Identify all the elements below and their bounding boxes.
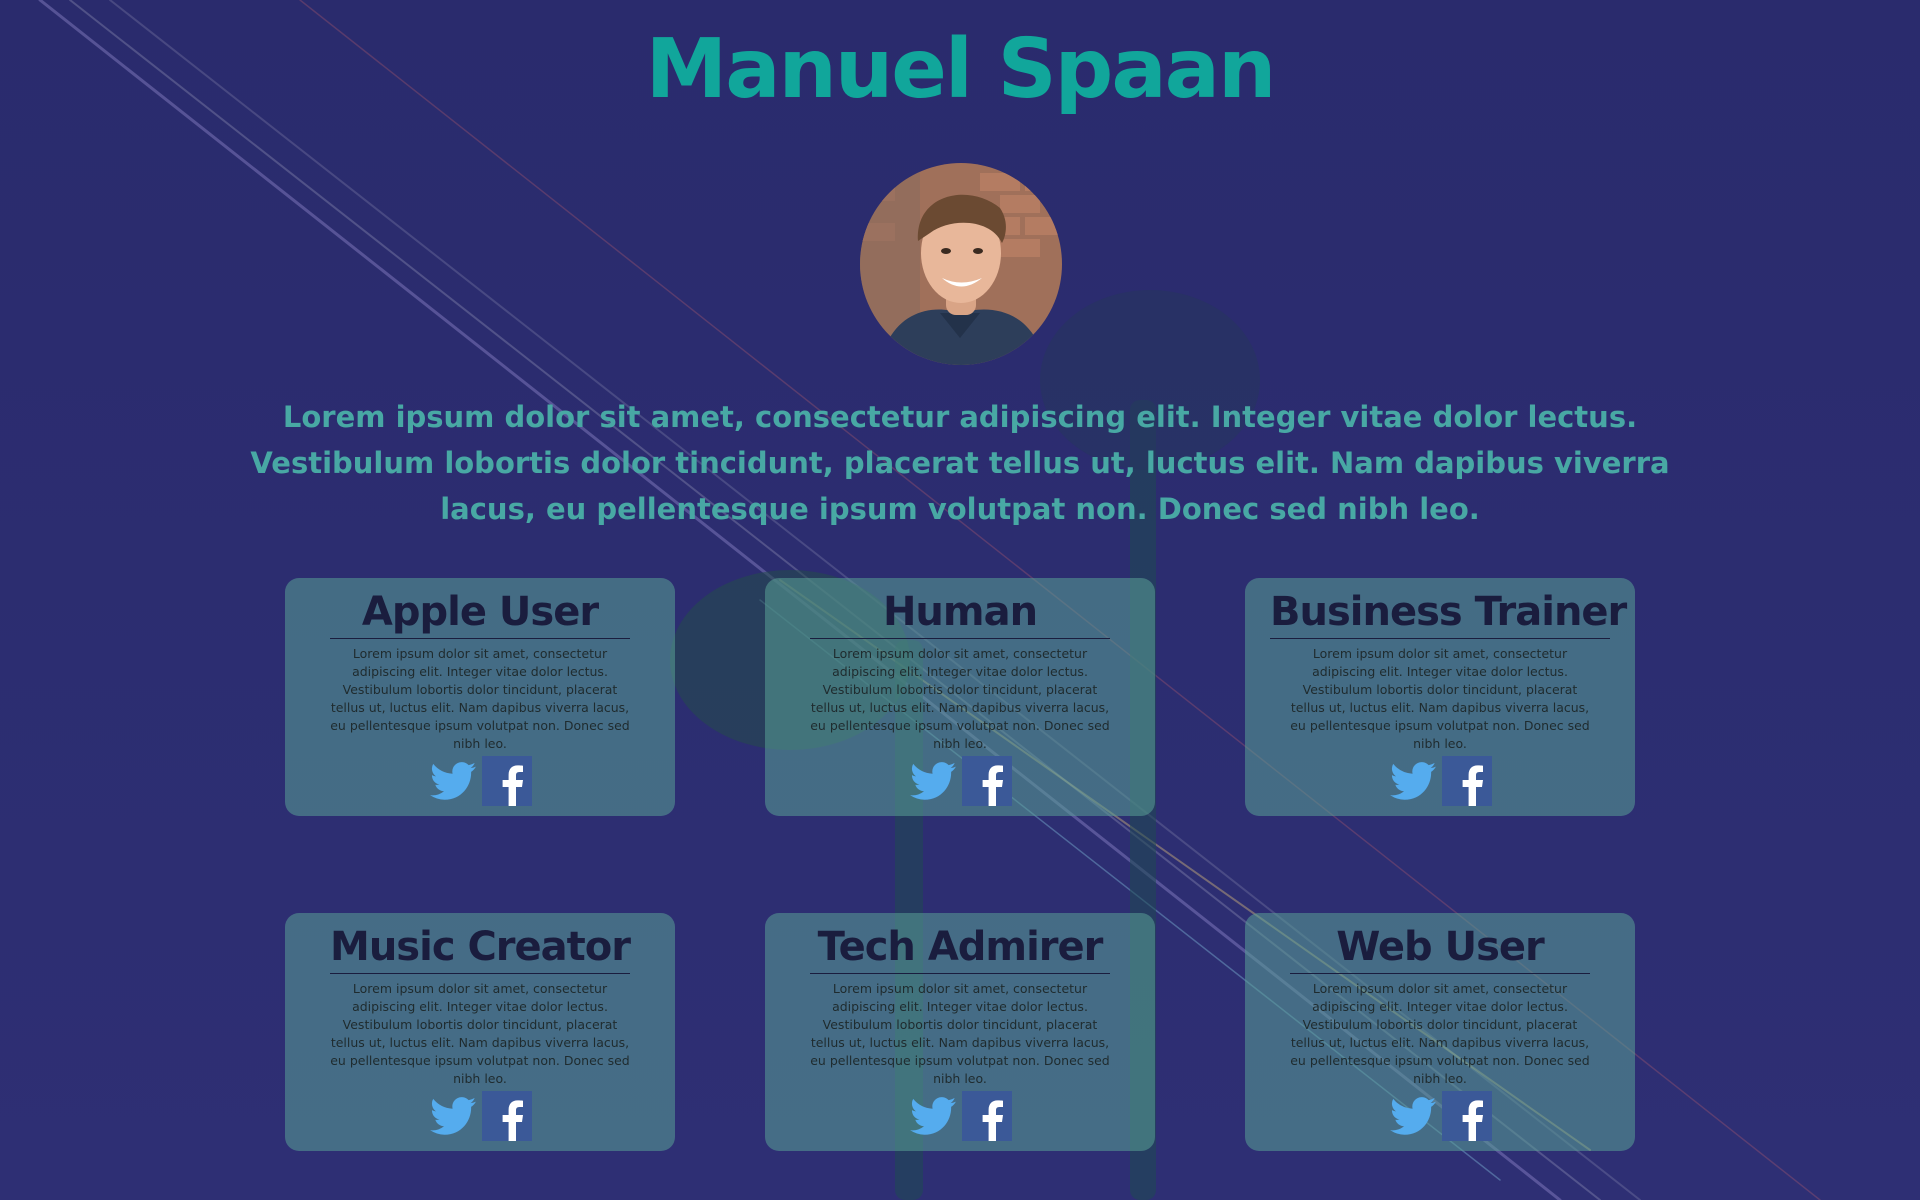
card-title: Human — [810, 586, 1110, 639]
card-text: Lorem ipsum dolor sit amet, consectetur … — [1290, 646, 1590, 751]
role-card: Business Trainer Lorem ipsum dolor sit a… — [1245, 578, 1635, 816]
role-card: Tech Admirer Lorem ipsum dolor sit amet,… — [765, 913, 1155, 1151]
facebook-icon[interactable] — [482, 1091, 532, 1141]
page-title: Manuel Spaan — [645, 22, 1277, 117]
bio-text: Lorem ipsum dolor sit amet, consectetur … — [250, 400, 1670, 526]
social-links — [1245, 756, 1635, 806]
social-links — [285, 756, 675, 806]
facebook-icon[interactable] — [962, 1091, 1012, 1141]
twitter-icon[interactable] — [428, 1091, 478, 1141]
role-card: Web User Lorem ipsum dolor sit amet, con… — [1245, 913, 1635, 1151]
facebook-icon[interactable] — [1442, 1091, 1492, 1141]
twitter-icon[interactable] — [908, 1091, 958, 1141]
twitter-icon[interactable] — [908, 756, 958, 806]
twitter-icon[interactable] — [428, 756, 478, 806]
facebook-icon[interactable] — [482, 756, 532, 806]
avatar — [860, 163, 1062, 365]
card-text: Lorem ipsum dolor sit amet, consectetur … — [330, 646, 630, 751]
role-card: Human Lorem ipsum dolor sit amet, consec… — [765, 578, 1155, 816]
card-text: Lorem ipsum dolor sit amet, consectetur … — [810, 646, 1110, 751]
social-links — [285, 1091, 675, 1141]
card-title: Music Creator — [330, 921, 631, 974]
role-card: Music Creator Lorem ipsum dolor sit amet… — [285, 913, 675, 1151]
card-text: Lorem ipsum dolor sit amet, consectetur … — [810, 981, 1110, 1086]
facebook-icon[interactable] — [1442, 756, 1492, 806]
profile-page: Manuel Spaan Lorem ipsum dolor sit amet,… — [0, 0, 1920, 1200]
card-title: Apple User — [330, 586, 630, 639]
social-links — [765, 1091, 1155, 1141]
card-title: Web User — [1290, 921, 1590, 974]
social-links — [1245, 1091, 1635, 1141]
twitter-icon[interactable] — [1388, 756, 1438, 806]
avatar-portrait — [860, 163, 1062, 365]
card-text: Lorem ipsum dolor sit amet, consectetur … — [330, 981, 630, 1086]
facebook-icon[interactable] — [962, 756, 1012, 806]
social-links — [765, 756, 1155, 806]
card-title: Business Trainer — [1270, 586, 1627, 639]
card-text: Lorem ipsum dolor sit amet, consectetur … — [1290, 981, 1590, 1086]
card-title: Tech Admirer — [810, 921, 1110, 974]
twitter-icon[interactable] — [1388, 1091, 1438, 1141]
role-card: Apple User Lorem ipsum dolor sit amet, c… — [285, 578, 675, 816]
